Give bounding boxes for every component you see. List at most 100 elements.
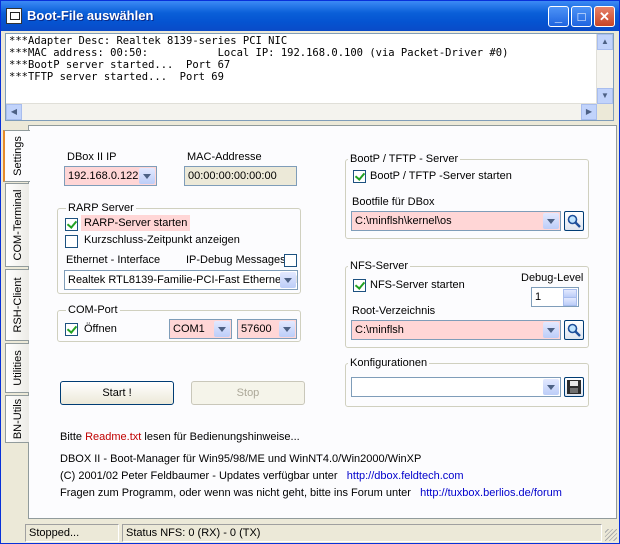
tab-rsh-client[interactable]: RSH-Client: [5, 269, 29, 341]
root-directory-select[interactable]: C:\minflsh: [351, 320, 561, 340]
mac-address-label: MAC-Addresse: [187, 151, 262, 163]
browse-root-button[interactable]: [564, 320, 584, 340]
main-window: Boot-File auswählen _ □ ✕ ***Adapter Des…: [0, 0, 620, 544]
log-line: ***MAC address: 00:50: Local IP: 192.168…: [9, 47, 509, 59]
tab-utilities[interactable]: Utilities: [5, 343, 29, 393]
mac-address-value: 00:00:00:00:00:00: [188, 170, 277, 182]
about-line-3: Fragen zum Programm, oder wenn was nicht…: [60, 487, 562, 499]
dbox-ip-value: 192.168.0.122: [68, 170, 139, 182]
vertical-tab-strip: Settings COM-Terminal RSH-Client Utiliti…: [3, 125, 30, 443]
maximize-button[interactable]: □: [571, 6, 592, 27]
bootp-start-label[interactable]: BootP / TFTP -Server starten: [370, 170, 512, 182]
scroll-down-icon[interactable]: ▼: [597, 88, 613, 104]
about-line-2: (C) 2001/02 Peter Feldbaumer - Updates v…: [60, 470, 464, 482]
window-title: Boot-File auswählen: [27, 8, 154, 23]
ip-debug-label: IP-Debug Messages: [186, 254, 286, 266]
ethernet-interface-label: Ethernet - Interface: [66, 254, 161, 266]
readme-hint: Bitte Readme.txt lesen für Bedienungshin…: [60, 431, 300, 443]
settings-panel: DBox II IP 192.168.0.122 MAC-Addresse 00…: [28, 125, 617, 519]
com-port-value: COM1: [173, 323, 205, 335]
com-port-select[interactable]: COM1: [169, 319, 232, 339]
log-vertical-scrollbar[interactable]: ▲ ▼: [596, 34, 613, 104]
bootfile-value: C:\minflsh\kernel\os: [355, 215, 452, 227]
save-disk-icon: [567, 380, 581, 394]
log-line: ***TFTP server started... Port 69: [9, 71, 224, 83]
rarp-start-label[interactable]: RARP-Server starten: [81, 215, 191, 231]
scroll-left-icon[interactable]: ◀: [6, 104, 22, 120]
chevron-down-icon[interactable]: [280, 272, 296, 288]
baud-rate-select[interactable]: 57600: [237, 319, 297, 339]
mac-address-field: 00:00:00:00:00:00: [184, 166, 297, 186]
ethernet-interface-select[interactable]: Realtek RTL8139-Familie-PCI-Fast Etherne…: [64, 270, 298, 290]
save-configuration-button[interactable]: [564, 377, 584, 397]
com-port-group-label: COM-Port: [66, 304, 120, 316]
log-horizontal-scrollbar[interactable]: ◀ ▶: [6, 103, 597, 120]
configurations-group-label: Konfigurationen: [348, 357, 430, 369]
bootfile-select[interactable]: C:\minflsh\kernel\os: [351, 211, 561, 231]
browse-bootfile-button[interactable]: [564, 211, 584, 231]
tab-bn-utils[interactable]: BN-Utils: [5, 395, 29, 443]
about-line-2-text: (C) 2001/02 Peter Feldbaumer - Updates v…: [60, 470, 338, 482]
bootp-tftp-group-label: BootP / TFTP - Server: [348, 153, 461, 165]
dbox-ip-label: DBox II IP: [67, 151, 117, 163]
chevron-down-icon[interactable]: [214, 321, 230, 337]
update-link[interactable]: http://dbox.feldtech.com: [347, 470, 464, 482]
rarp-server-group-label: RARP Server: [66, 202, 136, 214]
tab-settings[interactable]: Settings: [3, 130, 30, 182]
app-icon: [6, 8, 22, 24]
ip-debug-checkbox[interactable]: [284, 254, 297, 267]
close-button[interactable]: ✕: [594, 6, 615, 27]
readme-link[interactable]: Readme.txt: [85, 431, 141, 443]
root-directory-label: Root-Verzeichnis: [352, 305, 436, 317]
chevron-down-icon[interactable]: [543, 213, 559, 229]
status-state: Stopped...: [25, 524, 119, 542]
log-output[interactable]: ***Adapter Desc: Realtek 8139-series PCI…: [5, 33, 614, 121]
status-nfs: Status NFS: 0 (RX) - 0 (TX): [122, 524, 602, 542]
tab-utilities-label: Utilities: [11, 350, 24, 386]
debug-level-label: Debug-Level: [521, 272, 584, 284]
nfs-server-group-label: NFS-Server: [348, 260, 411, 272]
magnifier-icon: [567, 323, 581, 337]
about-line-1: DBOX II - Boot-Manager für Win95/98/ME u…: [60, 453, 422, 465]
chevron-down-icon[interactable]: [543, 322, 559, 338]
chevron-down-icon[interactable]: [543, 379, 559, 395]
readme-post-text: lesen für Bedienungshinweise...: [141, 431, 300, 443]
bootfile-label: Bootfile für DBox: [352, 196, 435, 208]
resize-grip-icon[interactable]: [605, 529, 617, 541]
debug-level-value: 1: [535, 291, 542, 303]
com-open-checkbox[interactable]: [65, 323, 78, 336]
dbox-ip-select[interactable]: 192.168.0.122: [64, 166, 157, 186]
short-circuit-label[interactable]: Kurzschluss-Zeitpunkt anzeigen: [84, 234, 240, 246]
root-directory-value: C:\minflsh: [355, 324, 404, 336]
scroll-up-icon[interactable]: ▲: [597, 34, 613, 50]
log-line: ***Adapter Desc: Realtek 8139-series PCI…: [9, 35, 288, 47]
tab-bn-utils-label: BN-Utils: [11, 398, 24, 440]
short-circuit-checkbox[interactable]: [65, 235, 78, 248]
configuration-select[interactable]: [351, 377, 561, 397]
tab-com-terminal[interactable]: COM-Terminal: [5, 183, 29, 267]
baud-rate-value: 57600: [241, 323, 272, 335]
nfs-start-label[interactable]: NFS-Server starten: [370, 279, 465, 291]
spin-down-icon[interactable]: [563, 297, 577, 306]
bootp-start-checkbox[interactable]: [353, 170, 366, 183]
chevron-down-icon[interactable]: [279, 321, 295, 337]
chevron-down-icon[interactable]: [139, 168, 155, 184]
stop-button[interactable]: Stop: [191, 381, 305, 405]
minimize-button[interactable]: _: [548, 6, 569, 27]
status-bar: Stopped... Status NFS: 0 (RX) - 0 (TX): [1, 523, 619, 543]
scroll-corner: [597, 104, 613, 120]
rarp-start-checkbox[interactable]: [65, 218, 78, 231]
log-line: ***BootP server started... Port 67: [9, 59, 231, 71]
tab-com-terminal-label: COM-Terminal: [11, 189, 24, 261]
com-open-label[interactable]: Öffnen: [84, 323, 117, 335]
tab-rsh-client-label: RSH-Client: [11, 277, 24, 333]
start-button[interactable]: Start !: [60, 381, 174, 405]
scroll-right-icon[interactable]: ▶: [581, 104, 597, 120]
about-line-3-text: Fragen zum Programm, oder wenn was nicht…: [60, 487, 411, 499]
debug-level-spinner[interactable]: 1: [531, 287, 579, 307]
tab-settings-label: Settings: [11, 136, 24, 176]
forum-link[interactable]: http://tuxbox.berlios.de/forum: [420, 487, 562, 499]
nfs-start-checkbox[interactable]: [353, 279, 366, 292]
title-bar[interactable]: Boot-File auswählen _ □ ✕: [1, 1, 619, 31]
readme-pre-text: Bitte: [60, 431, 86, 443]
